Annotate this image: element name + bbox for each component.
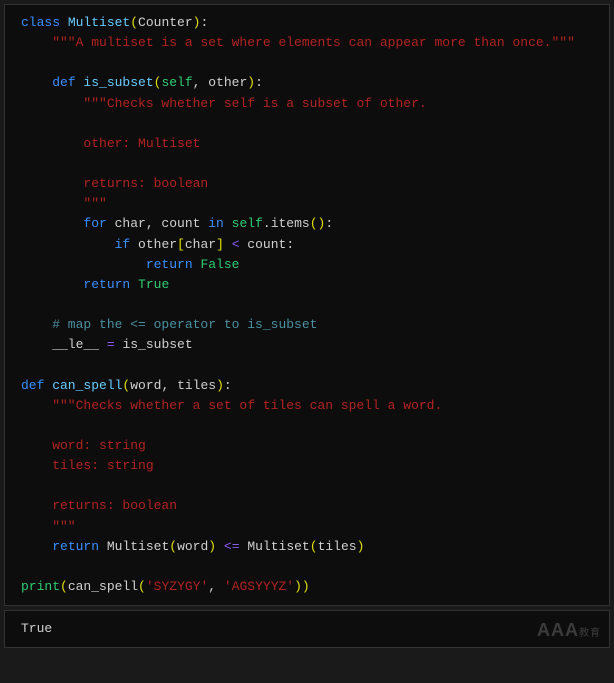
docstring: returns: boolean — [21, 176, 208, 191]
watermark: AAA教育 — [537, 617, 601, 645]
arg: tiles — [177, 378, 216, 393]
paren: ( — [130, 15, 138, 30]
paren: ) — [294, 579, 302, 594]
paren: ( — [310, 539, 318, 554]
call: Multiset — [107, 539, 169, 554]
indent — [21, 277, 83, 292]
op-assign: = — [99, 337, 122, 352]
comma: , — [161, 378, 177, 393]
output-cell: True AAA教育 — [4, 610, 610, 648]
line: print(can_spell('SYZYGY', 'AGSYYYZ')) — [21, 579, 310, 594]
keyword-return: return — [83, 277, 130, 292]
arg: word — [130, 378, 161, 393]
op-le: <= — [216, 539, 247, 554]
comment: # map the <= operator to is_subset — [21, 317, 317, 332]
self: self — [224, 216, 263, 231]
arg: tiles — [318, 539, 357, 554]
indent — [21, 237, 115, 252]
const-true: True — [130, 277, 169, 292]
code-cell: class Multiset(Counter): """A multiset i… — [4, 4, 610, 606]
line: def is_subset(self, other): — [21, 75, 263, 90]
output-text: True — [21, 621, 52, 636]
dunder: __le__ — [52, 337, 99, 352]
keyword-class: class — [21, 15, 60, 30]
expr: other — [130, 237, 177, 252]
const-false: False — [193, 257, 240, 272]
keyword-def: def — [52, 75, 75, 90]
var: count — [247, 237, 286, 252]
line: def can_spell(word, tiles): — [21, 378, 232, 393]
keyword-for: for — [83, 216, 106, 231]
paren: ( — [169, 539, 177, 554]
keyword-return: return — [52, 539, 99, 554]
line: return False — [21, 257, 239, 272]
docstring: other: Multiset — [21, 136, 200, 151]
op-lt: < — [224, 237, 247, 252]
docstring: tiles: string — [21, 458, 154, 473]
indent — [21, 257, 146, 272]
keyword-return: return — [146, 257, 193, 272]
docstring: """ — [21, 519, 76, 534]
var: char — [185, 237, 216, 252]
line: return True — [21, 277, 169, 292]
colon: : — [325, 216, 333, 231]
string-literal: 'AGSYYYZ' — [224, 579, 294, 594]
paren: ) — [357, 539, 365, 554]
call: Multiset — [247, 539, 309, 554]
docstring: """Checks whether a set of tiles can spe… — [21, 398, 442, 413]
vars: char, count — [107, 216, 208, 231]
comma: , — [193, 75, 209, 90]
docstring: returns: boolean — [21, 498, 177, 513]
dot: . — [263, 216, 271, 231]
indent — [21, 216, 83, 231]
comma: , — [208, 579, 224, 594]
line: if other[char] < count: — [21, 237, 294, 252]
val: is_subset — [122, 337, 192, 352]
docstring: """ — [21, 196, 107, 211]
space — [99, 539, 107, 554]
colon: : — [255, 75, 263, 90]
colon: : — [200, 15, 208, 30]
paren: ( — [138, 579, 146, 594]
method: items — [271, 216, 310, 231]
keyword-if: if — [115, 237, 131, 252]
line: class Multiset(Counter): — [21, 15, 208, 30]
paren: () — [310, 216, 326, 231]
bracket: [ — [177, 237, 185, 252]
func-name: can_spell — [44, 378, 122, 393]
builtin-print: print — [21, 579, 60, 594]
keyword-def: def — [21, 378, 44, 393]
string-literal: 'SYZYGY' — [146, 579, 208, 594]
docstring: """A multiset is a set where elements ca… — [21, 35, 575, 50]
self: self — [161, 75, 192, 90]
watermark-sub: 教育 — [579, 628, 601, 639]
paren: ) — [216, 378, 224, 393]
func-name: is_subset — [76, 75, 154, 90]
line: for char, count in self.items(): — [21, 216, 333, 231]
keyword-in: in — [208, 216, 224, 231]
arg: word — [177, 539, 208, 554]
colon: : — [224, 378, 232, 393]
indent — [21, 337, 52, 352]
line: return Multiset(word) <= Multiset(tiles) — [21, 539, 364, 554]
docstring: """Checks whether self is a subset of ot… — [21, 96, 427, 111]
class-name: Multiset — [60, 15, 130, 30]
colon: : — [286, 237, 294, 252]
arg: other — [208, 75, 247, 90]
indent — [21, 75, 52, 90]
paren: ) — [302, 579, 310, 594]
base-class: Counter — [138, 15, 193, 30]
bracket: ] — [216, 237, 224, 252]
watermark-main: AAA — [537, 620, 579, 640]
paren: ( — [60, 579, 68, 594]
line: __le__ = is_subset — [21, 337, 193, 352]
paren: ) — [247, 75, 255, 90]
call: can_spell — [68, 579, 138, 594]
docstring: word: string — [21, 438, 146, 453]
indent — [21, 539, 52, 554]
paren: ) — [208, 539, 216, 554]
